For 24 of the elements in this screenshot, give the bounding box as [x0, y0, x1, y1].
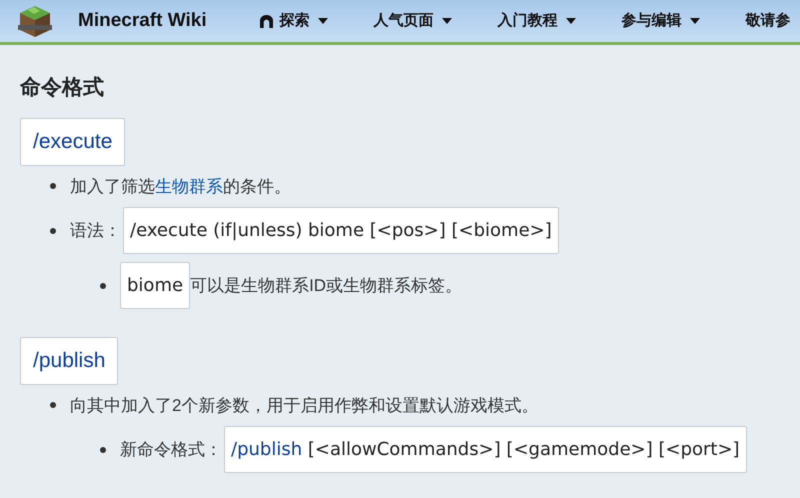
nav-menu[interactable]: 参与编辑: [622, 10, 700, 32]
section-heading: 命令格式: [20, 77, 105, 98]
nav-menu[interactable]: 敬请参: [746, 10, 791, 32]
list-text: 向其中加入了2个新参数，用于启用作弊和设置默认游戏模式。: [70, 394, 538, 416]
arch-icon: [258, 14, 274, 28]
wiki-link[interactable]: 生物群系: [155, 176, 223, 196]
nav-menu[interactable]: 探索: [258, 10, 328, 32]
site-title[interactable]: Minecraft Wiki: [78, 6, 207, 36]
caret-icon: [442, 18, 452, 24]
list-text: 加入了筛选生物群系的条件。: [70, 176, 291, 198]
list-text: 可以是生物群系ID或生物群系标签。: [190, 274, 462, 297]
code-text: biome: [127, 275, 184, 296]
caret-icon: [690, 18, 700, 24]
code-text: [<allowCommands>] [<gamemode>] [<port>]: [306, 439, 740, 460]
list-text: 语法：: [70, 220, 121, 242]
caret-icon: [566, 18, 576, 24]
command-link[interactable]: /publish: [231, 439, 302, 460]
list-text: 新命令格式：: [120, 438, 222, 461]
nav-menu[interactable]: 入门教程: [498, 10, 576, 32]
command-title: /publish: [20, 337, 118, 384]
nav-menu[interactable]: 人气页面: [374, 10, 452, 32]
command-title: /execute: [20, 118, 126, 166]
caret-icon: [318, 18, 328, 24]
code-text: /execute (if|unless) biome [<pos>] [<biome>]: [130, 220, 552, 241]
